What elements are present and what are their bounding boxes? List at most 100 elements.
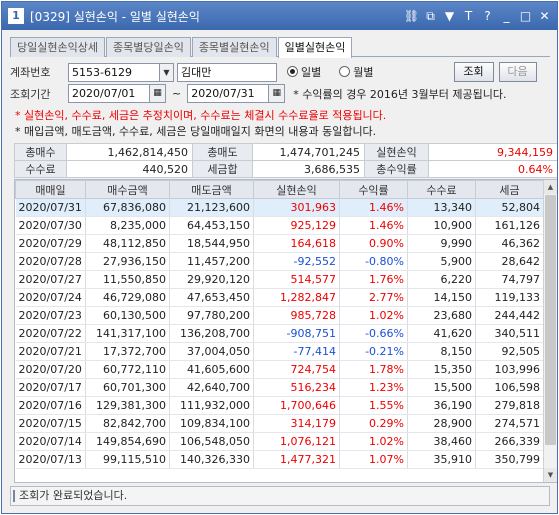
period-label: 조회기간	[10, 87, 51, 101]
radio-daily[interactable]: 일별	[287, 64, 321, 80]
warning-note: * 실현손익, 수수료, 세금은 추정치이며, 수수료는 체결시 수수료율로 적…	[15, 109, 387, 122]
table-row[interactable]: 2020/07/15 82,842,700 109,834,100 314,179 0.…	[15, 414, 544, 433]
row-realized-pnl: -908,751	[253, 324, 340, 343]
date-from-input[interactable]: 2020/07/01	[68, 84, 150, 103]
help-icon[interactable]: ?	[479, 8, 496, 25]
row-date: 2020/07/23	[15, 306, 86, 325]
fee-label: 수수료	[14, 160, 67, 178]
window-title: [0329] 실현손익 - 일별 실현손익	[30, 9, 200, 24]
row-realized-pnl: 514,577	[253, 270, 340, 289]
total-sell-value: 1,474,701,245	[252, 143, 365, 161]
chevron-down-icon[interactable]: ▼	[160, 62, 174, 82]
text-size-icon[interactable]: T	[460, 8, 477, 25]
date-to-input[interactable]: 2020/07/31	[187, 84, 270, 103]
title-bar[interactable]: 1 [0329] 실현손익 - 일별 실현손익 ⛓ ⧉ ▼ T ? _ □ ✕	[2, 2, 557, 30]
table-row[interactable]: 2020/07/24 46,729,080 47,653,450 1,282,847 2…	[15, 288, 544, 307]
table-row[interactable]: 2020/07/14 149,854,690 106,548,050 1,076,12…	[15, 432, 544, 451]
row-tax: 274,571	[475, 414, 544, 433]
row-realized-pnl: 516,234	[253, 378, 340, 397]
col-header-fee[interactable]: 수수료	[407, 180, 476, 199]
col-header-rate[interactable]: 수익률	[339, 180, 408, 199]
row-fee: 15,350	[407, 360, 476, 379]
row-fee: 41,620	[407, 324, 476, 343]
row-realized-pnl: -92,552	[253, 252, 340, 271]
calendar-icon[interactable]: ▦	[269, 84, 286, 103]
col-header-tax[interactable]: 세금	[475, 180, 544, 199]
daily-grid[interactable]: 매매일 매수금액 매도금액 실현손익 수익률 수수료 세금 2020/07/31…	[14, 179, 557, 483]
scroll-down-icon[interactable]: ▼	[544, 468, 557, 482]
tab-stock-daily[interactable]: 종목별당일손익	[105, 37, 191, 57]
scroll-up-icon[interactable]: ▲	[544, 180, 557, 194]
col-header-pnl[interactable]: 실현손익	[253, 180, 340, 199]
summary-table: 총매수 1,462,814,450 총매도 1,474,701,245 실현손익…	[14, 143, 557, 178]
row-buy-amount: 17,372,700	[85, 342, 170, 361]
row-buy-amount: 48,112,850	[85, 234, 170, 253]
col-header-date[interactable]: 매매일	[15, 180, 86, 199]
realized-value: 9,344,159	[428, 143, 557, 161]
table-row[interactable]: 2020/07/17 60,701,300 42,640,700 516,234 1.2…	[15, 378, 544, 397]
row-sell-amount: 29,920,120	[169, 270, 254, 289]
row-date: 2020/07/20	[15, 360, 86, 379]
table-row[interactable]: 2020/07/20 60,772,110 41,605,600 724,754 1.7…	[15, 360, 544, 379]
row-buy-amount: 141,317,100	[85, 324, 170, 343]
link-icon[interactable]: ⛓	[403, 8, 420, 25]
row-date: 2020/07/27	[15, 270, 86, 289]
row-tax: 74,797	[475, 270, 544, 289]
row-tax: 103,996	[475, 360, 544, 379]
tab-stock-realized[interactable]: 종목별실현손익	[191, 37, 277, 57]
calendar-icon[interactable]: ▦	[150, 84, 166, 103]
row-sell-amount: 47,653,450	[169, 288, 254, 307]
table-row[interactable]: 2020/07/21 17,372,700 37,004,050 -77,414 -0.…	[15, 342, 544, 361]
row-tax: 106,598	[475, 378, 544, 397]
row-fee: 13,340	[407, 198, 476, 217]
col-header-sell[interactable]: 매도금액	[169, 180, 254, 199]
row-buy-amount: 46,729,080	[85, 288, 170, 307]
row-return-rate: 1.78%	[339, 360, 408, 379]
col-header-buy[interactable]: 매수금액	[85, 180, 170, 199]
table-row[interactable]: 2020/07/27 11,550,850 29,920,120 514,577 1.7…	[15, 270, 544, 289]
table-row[interactable]: 2020/07/29 48,112,850 18,544,950 164,618 0.9…	[15, 234, 544, 253]
close-icon[interactable]: ✕	[536, 8, 553, 25]
table-row[interactable]: 2020/07/30 8,235,000 64,453,150 925,129 1.46…	[15, 216, 544, 235]
table-row[interactable]: 2020/07/16 129,381,300 111,932,000 1,700,64…	[15, 396, 544, 415]
row-tax: 28,642	[475, 252, 544, 271]
search-button[interactable]: 조회	[453, 62, 494, 82]
row-return-rate: 1.23%	[339, 378, 408, 397]
account-select[interactable]: 5153-6129	[68, 62, 160, 82]
row-date: 2020/07/17	[15, 378, 86, 397]
table-row[interactable]: 2020/07/13 99,115,510 140,326,330 1,477,321…	[15, 450, 544, 469]
maximize-icon[interactable]: □	[517, 8, 534, 25]
total-return-label: 총수익률	[364, 160, 429, 178]
scroll-thumb[interactable]	[545, 195, 556, 445]
radio-monthly[interactable]: 월별	[339, 64, 374, 80]
row-fee: 6,220	[407, 270, 476, 289]
table-row[interactable]: 2020/07/31 67,836,080 21,123,600 301,963 1.4…	[15, 198, 544, 217]
account-row: 계좌번호 5153-6129 ▼ 김대만 일별 월별 조회 다음	[10, 62, 537, 82]
row-sell-amount: 42,640,700	[169, 378, 254, 397]
row-return-rate: 1.46%	[339, 198, 408, 217]
pin-icon[interactable]: ▼	[441, 8, 458, 25]
tab-daily-detail[interactable]: 당일실현손익상세	[10, 37, 105, 57]
row-sell-amount: 136,208,700	[169, 324, 254, 343]
row-realized-pnl: -77,414	[253, 342, 340, 361]
row-tax: 279,818	[475, 396, 544, 415]
row-date: 2020/07/28	[15, 252, 86, 271]
table-row[interactable]: 2020/07/23 60,130,500 97,780,200 985,728 1.0…	[15, 306, 544, 325]
return-info-text: * 수익률의 경우 2016년 3월부터 제공됩니다.	[293, 87, 507, 101]
tab-strip: 당일실현손익상세 종목별당일손익 종목별실현손익 일별실현손익	[10, 37, 550, 58]
vertical-scrollbar[interactable]: ▲ ▼	[543, 180, 557, 482]
minimize-icon[interactable]: _	[498, 8, 515, 25]
row-fee: 28,900	[407, 414, 476, 433]
table-row[interactable]: 2020/07/28 27,936,150 11,457,200 -92,552 -0.…	[15, 252, 544, 271]
row-buy-amount: 82,842,700	[85, 414, 170, 433]
row-date: 2020/07/24	[15, 288, 86, 307]
row-realized-pnl: 1,700,646	[253, 396, 340, 415]
row-fee: 38,460	[407, 432, 476, 451]
table-row[interactable]: 2020/07/22 141,317,100 136,208,700 -908,751…	[15, 324, 544, 343]
copy-icon[interactable]: ⧉	[422, 8, 439, 25]
tab-daily-realized[interactable]: 일별실현손익	[277, 37, 353, 58]
next-button[interactable]: 다음	[498, 62, 537, 82]
row-buy-amount: 60,701,300	[85, 378, 170, 397]
row-date: 2020/07/16	[15, 396, 86, 415]
row-tax: 46,362	[475, 234, 544, 253]
